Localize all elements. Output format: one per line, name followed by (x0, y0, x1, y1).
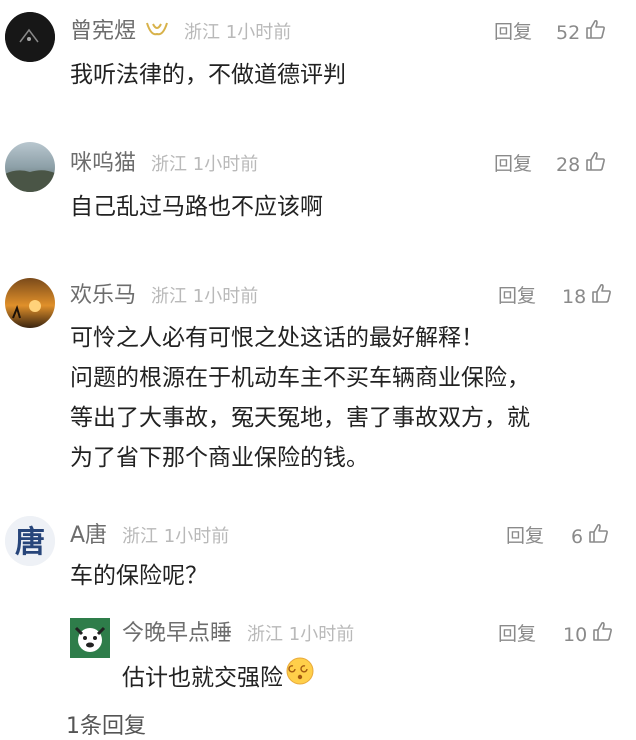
reply-button[interactable]: 回复 (494, 150, 532, 178)
comment-text: 车的保险呢？ (70, 563, 208, 589)
location-time: 浙江 1小时前 (247, 624, 355, 645)
like-count: 28 (556, 154, 581, 176)
comment-text: 可怜之人必有可恨之处这话的最好解释！ 问题的根源在于机动车主不买车辆商业保险， … (70, 325, 530, 471)
view-replies-link[interactable]: 1条回复 (66, 708, 146, 740)
like-button[interactable]: 52 (556, 18, 606, 48)
username[interactable]: 咪呜猫 浙江 1小时前 (70, 150, 258, 179)
thumbs-up-icon (584, 150, 606, 180)
username[interactable]: 曾宪煜 浙江 1小时前 (70, 18, 291, 47)
reply-button[interactable]: 回复 (498, 282, 536, 310)
vip-badge-icon (145, 18, 169, 46)
thumbs-up-icon (587, 522, 609, 552)
like-count: 10 (563, 624, 588, 646)
comment-text: 自己乱过马路也不应该啊 (70, 194, 323, 220)
like-button[interactable]: 6 (571, 522, 609, 552)
avatar[interactable] (5, 142, 55, 192)
svg-text:唐: 唐 (15, 525, 45, 560)
dizzy-face-emoji-icon (285, 656, 315, 699)
location-time: 浙江 1小时前 (122, 526, 230, 547)
thumbs-up-icon (584, 18, 606, 48)
location-time: 浙江 1小时前 (151, 154, 259, 175)
like-count: 52 (556, 22, 581, 44)
comment-text: 估计也就交强险 (122, 656, 315, 699)
username[interactable]: A唐 浙江 1小时前 (70, 522, 229, 551)
avatar[interactable]: 唐 (5, 516, 55, 566)
username[interactable]: 今晚早点睡 浙江 1小时前 (122, 620, 354, 649)
thumbs-up-icon (590, 282, 612, 312)
location-time: 浙江 1小时前 (151, 286, 259, 307)
like-button[interactable]: 28 (556, 150, 606, 180)
reply-button[interactable]: 回复 (494, 18, 532, 46)
location-time: 浙江 1小时前 (184, 22, 292, 43)
reply-button[interactable]: 回复 (498, 620, 536, 648)
avatar[interactable] (5, 278, 55, 328)
username[interactable]: 欢乐马 浙江 1小时前 (70, 282, 258, 311)
reply-button[interactable]: 回复 (506, 522, 544, 550)
like-count: 18 (562, 286, 587, 308)
like-button[interactable]: 18 (562, 282, 612, 312)
like-button[interactable]: 10 (563, 620, 613, 650)
avatar[interactable] (5, 12, 55, 62)
like-count: 6 (571, 526, 584, 548)
avatar[interactable] (70, 618, 110, 658)
thumbs-up-icon (591, 620, 613, 650)
comment-text: 我听法律的，不做道德评判 (70, 62, 346, 88)
